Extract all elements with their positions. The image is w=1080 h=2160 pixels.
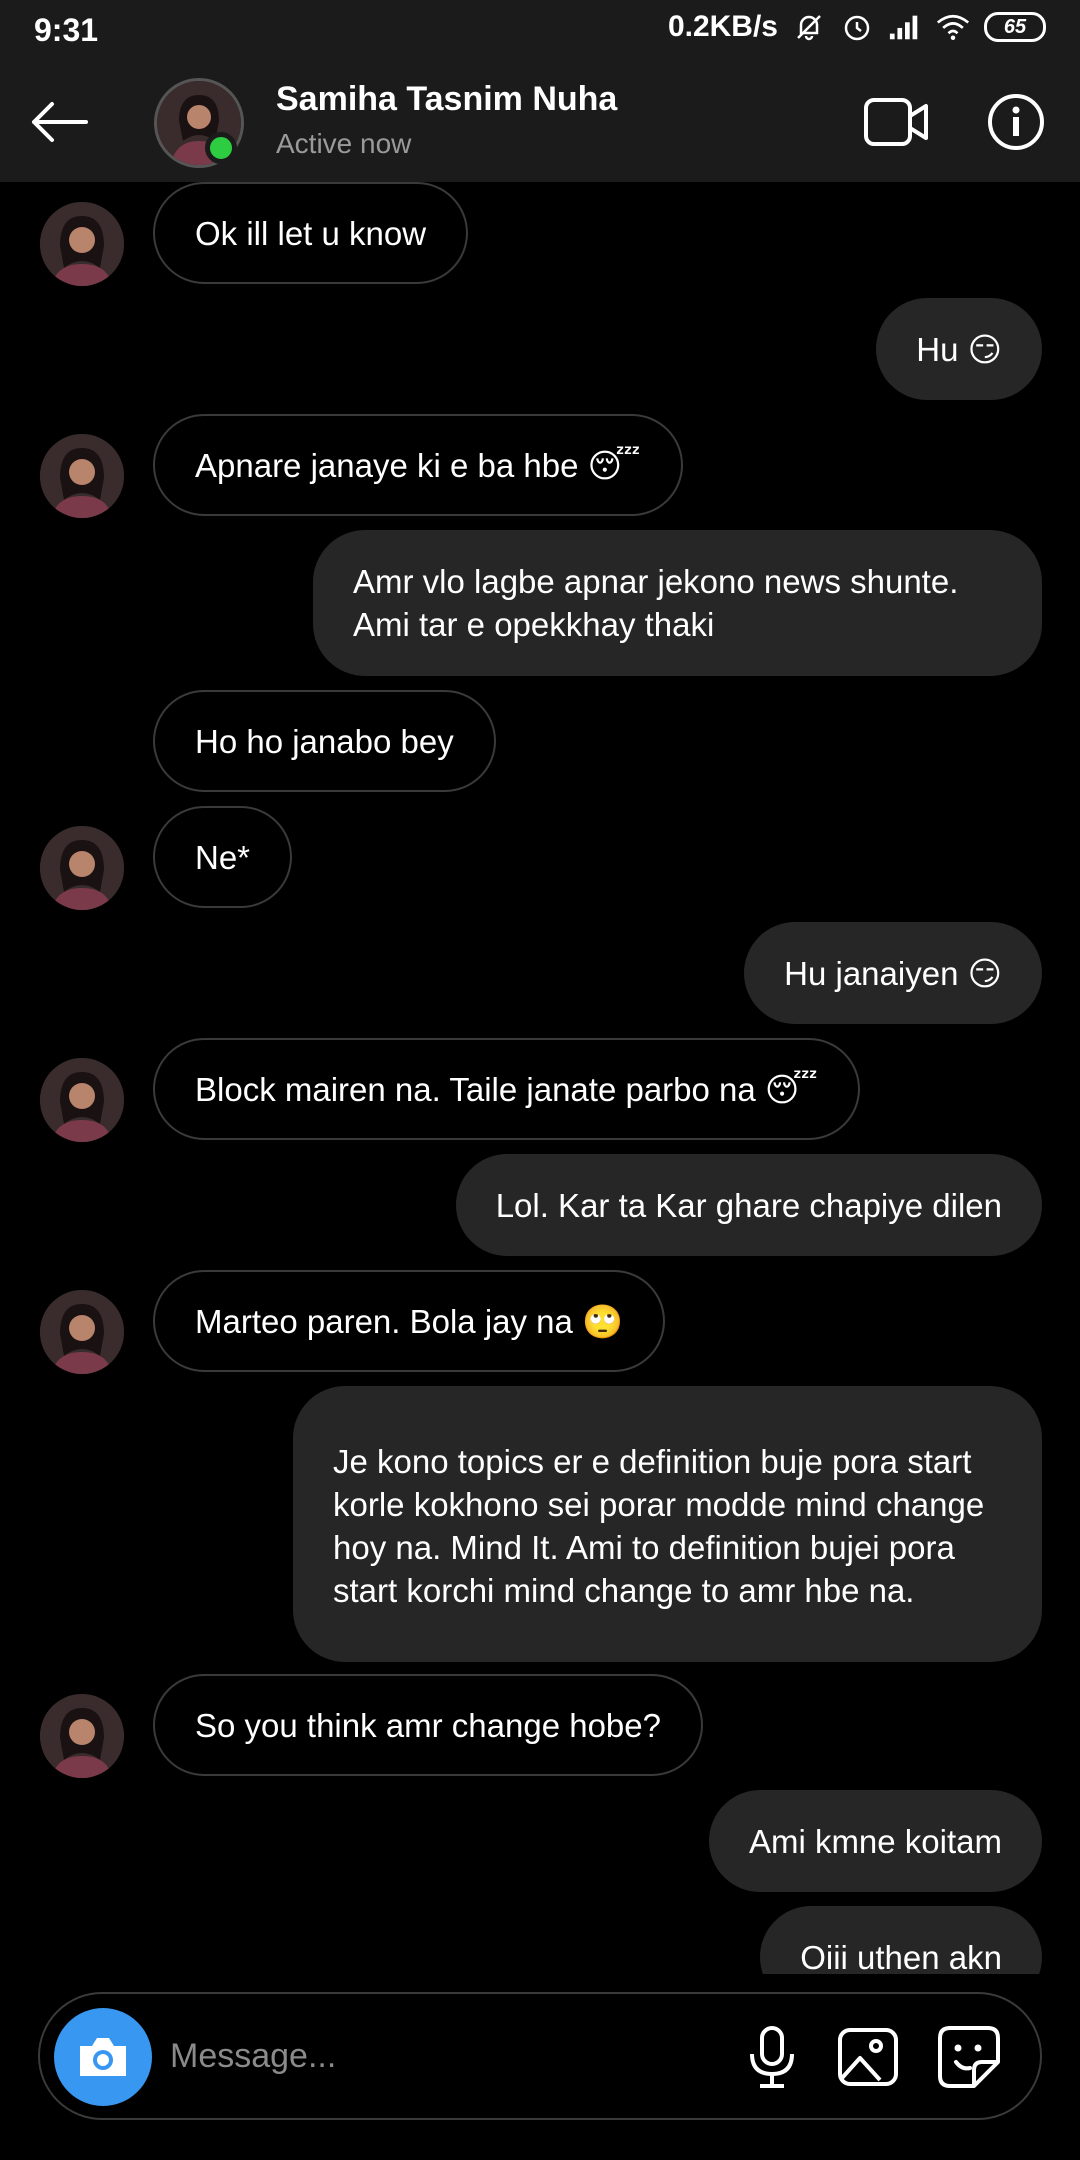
sender-avatar[interactable]: [40, 826, 124, 910]
sender-avatar[interactable]: [40, 1290, 124, 1374]
microphone-icon: [750, 2026, 794, 2088]
image-icon: [838, 2028, 898, 2086]
status-icons: 0.2KB/s 65: [668, 10, 1046, 44]
info-icon: [988, 94, 1044, 150]
message-input[interactable]: [170, 2024, 730, 2088]
signal-icon: [888, 10, 922, 44]
battery-indicator: 65: [984, 12, 1046, 42]
online-status-dot: [205, 132, 237, 164]
voice-message-button[interactable]: [740, 2024, 804, 2090]
message-bubble-outgoing[interactable]: Oiii uthen akn: [760, 1906, 1042, 1974]
sticker-button[interactable]: [936, 2024, 1002, 2090]
arrow-left-icon: [32, 102, 88, 142]
message-bubble-incoming[interactable]: Block mairen na. Taile janate parbo na 😴: [153, 1038, 860, 1140]
mute-bell-icon: [792, 10, 826, 44]
sender-avatar[interactable]: [40, 1058, 124, 1142]
video-call-button[interactable]: [862, 94, 932, 150]
message-bubble-outgoing[interactable]: Ami kmne koitam: [708, 1790, 1042, 1892]
message-bubble-incoming[interactable]: Ho ho janabo bey: [153, 690, 496, 792]
message-bubble-incoming[interactable]: So you think amr change hobe?: [153, 1674, 703, 1776]
camera-button[interactable]: [54, 2008, 152, 2106]
message-composer: [38, 1992, 1042, 2120]
message-bubble-incoming[interactable]: Apnare janaye ki e ba hbe 😴: [153, 414, 683, 516]
contact-status: Active now: [276, 128, 412, 159]
message-bubble-outgoing[interactable]: Lol. Kar ta Kar ghare chapiye dilen: [455, 1154, 1042, 1256]
message-bubble-outgoing[interactable]: Hu janaiyen 😏: [744, 922, 1042, 1024]
contact-name[interactable]: Samiha Tasnim Nuha: [276, 80, 617, 119]
status-bar: 9:31 0.2KB/s 65: [0, 0, 1080, 62]
gallery-button[interactable]: [836, 2024, 900, 2090]
sticker-icon: [938, 2026, 1000, 2088]
message-bubble-incoming[interactable]: Ne*: [153, 806, 293, 908]
wifi-icon: [936, 10, 970, 44]
chat-header: Samiha Tasnim Nuha Active now: [0, 62, 1080, 182]
sender-avatar[interactable]: [40, 1694, 124, 1778]
alarm-icon: [840, 10, 874, 44]
info-button[interactable]: [986, 92, 1046, 152]
message-bubble-outgoing[interactable]: Je kono topics er e definition buje pora…: [293, 1386, 1042, 1662]
camera-icon: [80, 2038, 126, 2076]
message-bubble-incoming[interactable]: Ok ill let u know: [153, 182, 469, 284]
status-time: 9:31: [34, 12, 99, 48]
back-button[interactable]: [24, 90, 94, 154]
message-bubble-incoming[interactable]: Marteo paren. Bola jay na 🙄: [153, 1270, 666, 1372]
network-speed: 0.2KB/s: [667, 10, 778, 43]
sender-avatar[interactable]: [40, 202, 124, 286]
message-bubble-outgoing[interactable]: Amr vlo lagbe apnar jekono news shunte. …: [313, 530, 1042, 676]
sender-avatar[interactable]: [40, 434, 124, 518]
video-camera-icon: [864, 98, 928, 146]
message-list[interactable]: Ok ill let u know Hu 😏 Apnare janaye ki …: [0, 182, 1080, 1974]
message-bubble-outgoing[interactable]: Hu 😏: [876, 298, 1042, 400]
